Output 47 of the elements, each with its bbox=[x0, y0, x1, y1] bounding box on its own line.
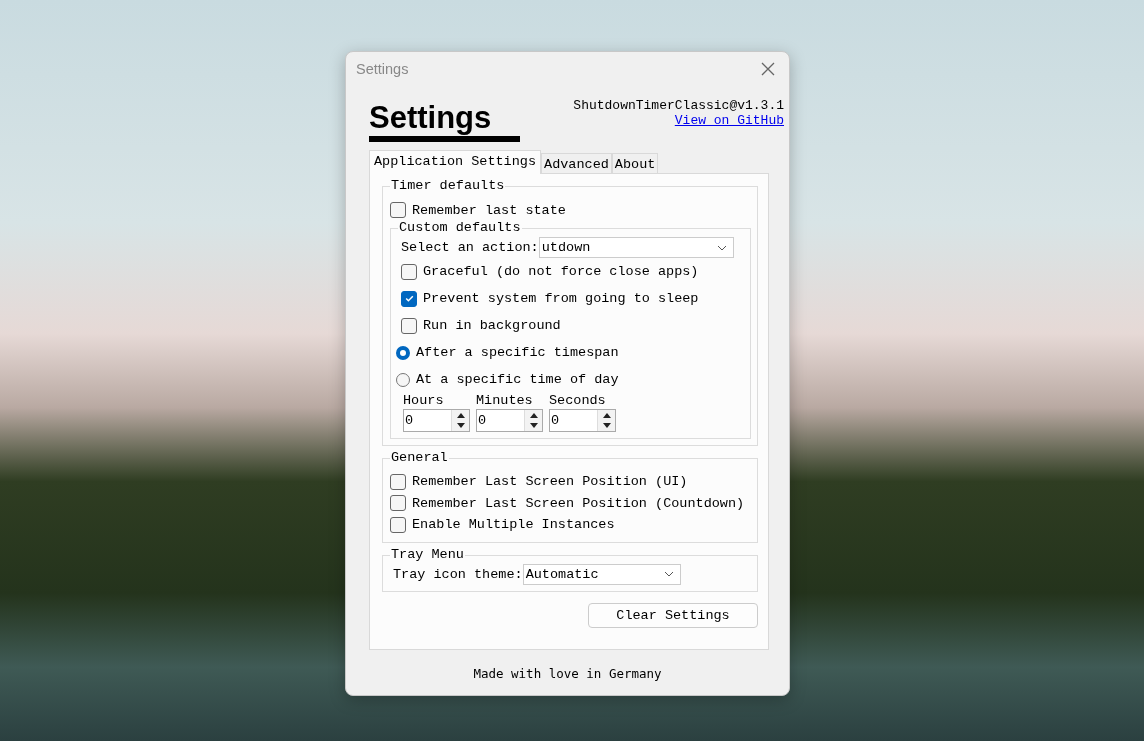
theme-dropdown[interactable]: Automatic bbox=[522, 563, 681, 585]
close-icon[interactable] bbox=[761, 62, 775, 77]
checkbox[interactable] bbox=[390, 495, 406, 512]
checkbox-label: Remember Last Screen Position (Countdown) bbox=[412, 495, 745, 511]
checkbox[interactable] bbox=[401, 263, 417, 280]
checkbox-label: Prevent system from going to sleep bbox=[423, 291, 699, 307]
checkbox[interactable] bbox=[390, 516, 406, 533]
github-link[interactable]: View on GitHub bbox=[674, 113, 784, 129]
radio-button[interactable] bbox=[396, 372, 410, 387]
checkbox[interactable] bbox=[390, 202, 406, 219]
number-field[interactable]: 0 bbox=[403, 409, 470, 433]
radio-label: At a specific time of day bbox=[416, 372, 619, 388]
action-dropdown[interactable]: utdown bbox=[538, 237, 734, 259]
radio-label: After a specific timespan bbox=[416, 345, 619, 361]
window-title: Settings bbox=[356, 61, 409, 78]
up-arrow-icon[interactable] bbox=[456, 412, 465, 418]
radio-button[interactable] bbox=[396, 345, 410, 360]
theme-label: Tray icon theme: bbox=[393, 566, 523, 582]
checkbox-label: Remember Last Screen Position (UI) bbox=[412, 474, 688, 490]
field-label: Hours bbox=[403, 393, 444, 410]
version-text: ShutdownTimerClassic@v1.3.1 bbox=[573, 98, 784, 114]
tab[interactable]: About bbox=[611, 153, 659, 174]
checkbox[interactable] bbox=[390, 473, 406, 490]
checkbox-label: Graceful (do not force close apps) bbox=[423, 264, 699, 280]
check-icon bbox=[403, 293, 415, 305]
up-arrow-icon[interactable] bbox=[602, 412, 611, 418]
checkbox-label: Run in background bbox=[423, 318, 561, 334]
down-arrow-icon[interactable] bbox=[602, 423, 611, 429]
footer-text: Made with love in Germany bbox=[473, 666, 662, 682]
checkbox[interactable] bbox=[401, 317, 417, 334]
down-arrow-icon[interactable] bbox=[456, 423, 465, 429]
field-label: Seconds bbox=[549, 393, 606, 410]
checkbox-label: Enable Multiple Instances bbox=[412, 517, 615, 533]
settings-heading: Settings bbox=[369, 100, 521, 143]
number-field[interactable]: 0 bbox=[549, 409, 616, 433]
up-arrow-icon[interactable] bbox=[529, 412, 538, 418]
tab[interactable]: Application Settings bbox=[369, 150, 542, 175]
checkbox[interactable] bbox=[401, 290, 417, 307]
down-arrow-icon[interactable] bbox=[529, 423, 538, 429]
checkbox-label: Remember last state bbox=[412, 202, 566, 218]
number-field[interactable]: 0 bbox=[476, 409, 543, 433]
tab[interactable]: Advanced bbox=[541, 153, 612, 174]
clear-settings-button[interactable]: Clear Settings bbox=[588, 602, 758, 628]
chevron-down-icon bbox=[716, 244, 727, 251]
field-label: Minutes bbox=[476, 393, 533, 410]
action-label: Select an action: bbox=[401, 240, 539, 256]
chevron-down-icon bbox=[663, 571, 674, 578]
